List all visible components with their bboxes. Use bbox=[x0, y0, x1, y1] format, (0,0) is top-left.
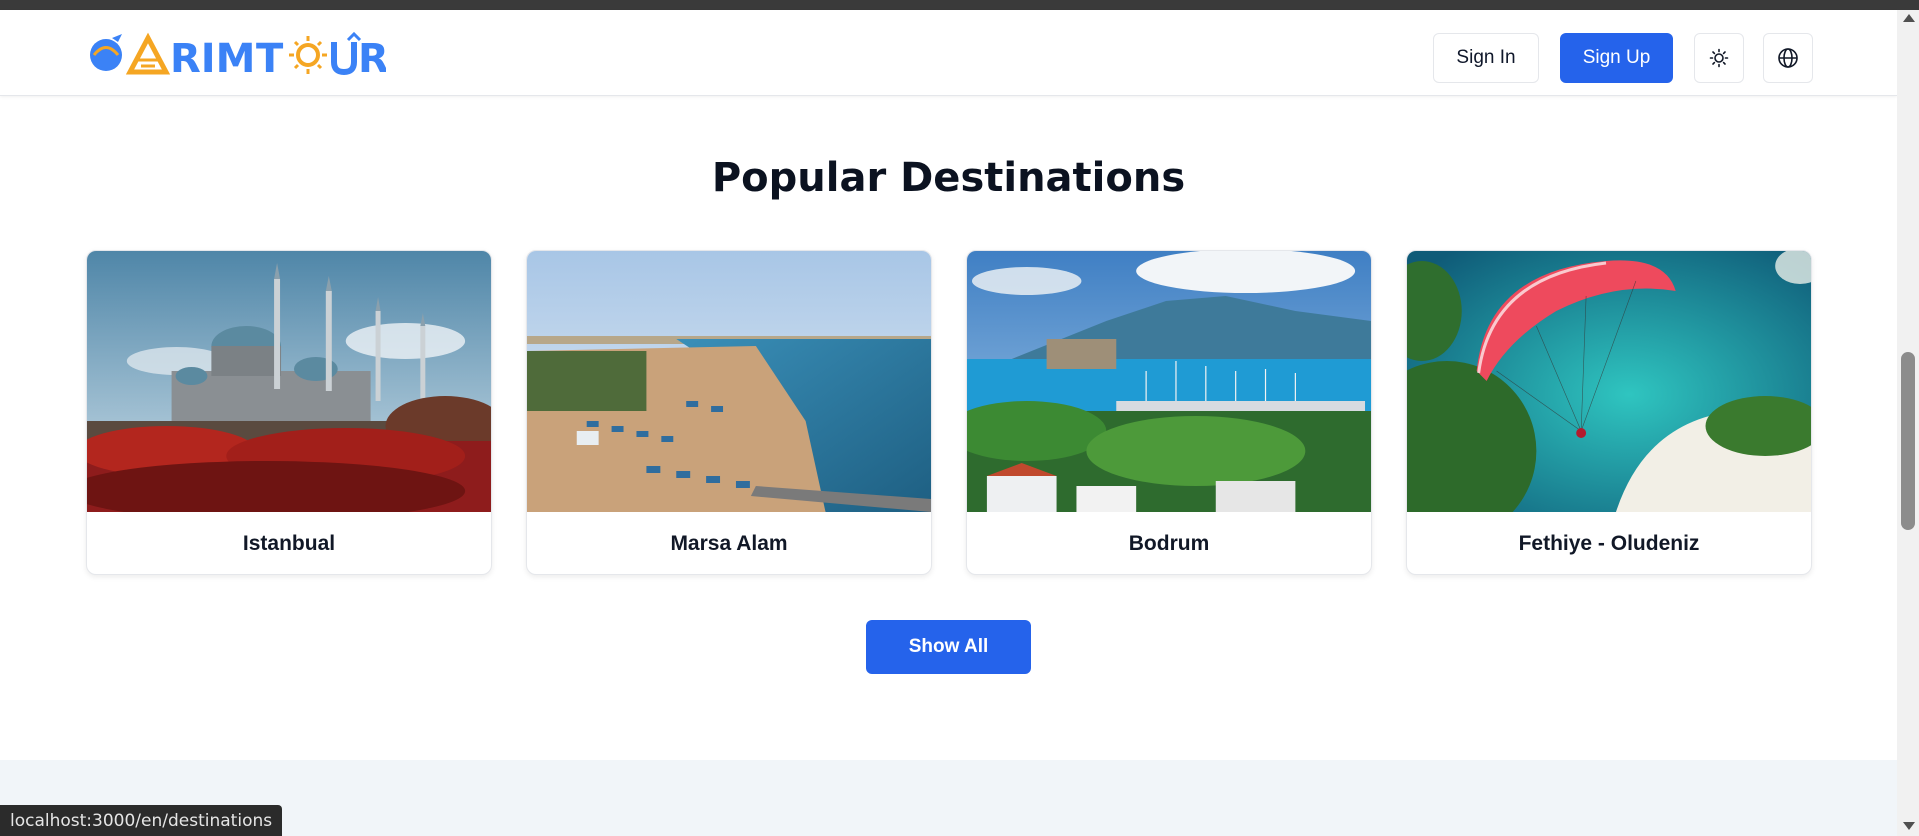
section-title: Popular Destinations bbox=[711, 155, 1186, 201]
language-button[interactable] bbox=[1763, 33, 1813, 83]
destination-card-fethiye-oludeniz[interactable]: Fethiye - Oludeniz bbox=[1406, 250, 1812, 575]
site-logo[interactable]: RIM T R bbox=[86, 30, 386, 76]
sign-up-button[interactable]: Sign Up bbox=[1560, 33, 1673, 83]
svg-text:R: R bbox=[358, 36, 386, 76]
bodrum-harbor-image bbox=[967, 251, 1371, 512]
scroll-down-arrow-icon[interactable] bbox=[1903, 822, 1915, 830]
sun-icon bbox=[1709, 48, 1729, 68]
globe-icon bbox=[1778, 48, 1798, 68]
sign-in-button[interactable]: Sign In bbox=[1433, 33, 1539, 83]
footer-section bbox=[0, 760, 1897, 836]
site-header: RIM T R Sign In Sign Up bbox=[0, 10, 1897, 96]
destination-name: Istanbual bbox=[242, 532, 336, 555]
destination-card-bodrum[interactable]: Bodrum bbox=[966, 250, 1372, 575]
destination-name: Bodrum bbox=[1128, 532, 1210, 555]
svg-text:T: T bbox=[256, 36, 284, 76]
marsa-alam-beach-image bbox=[527, 251, 931, 512]
destination-name: Marsa Alam bbox=[670, 532, 788, 555]
istanbul-mosque-image bbox=[87, 251, 491, 512]
logo-icon: RIM T R bbox=[90, 31, 386, 76]
svg-text:RIM: RIM bbox=[170, 36, 256, 76]
destination-name: Fethiye - Oludeniz bbox=[1518, 532, 1700, 555]
show-all-button[interactable]: Show All bbox=[866, 620, 1031, 674]
destination-card-istanbul[interactable]: Istanbual bbox=[86, 250, 492, 575]
scrollbar-thumb[interactable] bbox=[1901, 352, 1915, 530]
destination-card-marsa-alam[interactable]: Marsa Alam bbox=[526, 250, 932, 575]
browser-status-url: localhost:3000/en/destinations bbox=[0, 805, 283, 836]
browser-top-bar bbox=[0, 0, 1919, 10]
fethiye-paraglider-image bbox=[1407, 251, 1811, 512]
scroll-up-arrow-icon[interactable] bbox=[1903, 14, 1915, 22]
theme-toggle-button[interactable] bbox=[1694, 33, 1744, 83]
